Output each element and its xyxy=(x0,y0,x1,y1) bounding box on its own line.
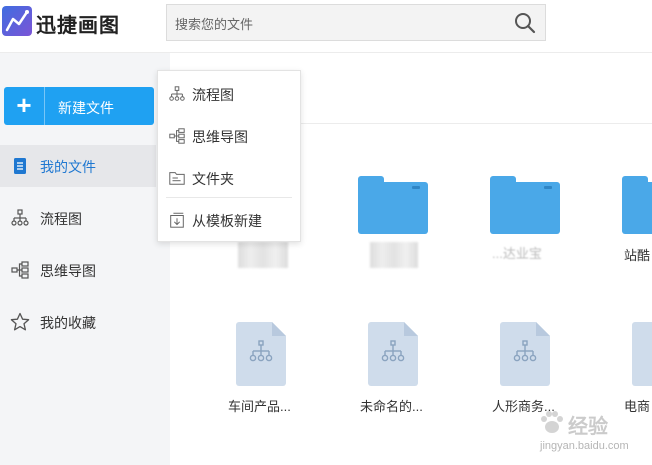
search-box[interactable] xyxy=(166,4,546,41)
template-icon xyxy=(170,212,184,228)
flowchart-icon xyxy=(169,86,185,101)
mindmap-icon xyxy=(169,128,185,144)
menu-item-label: 思维导图 xyxy=(192,129,248,145)
search-icon[interactable] xyxy=(513,11,537,35)
file-name[interactable]: 车间产品... xyxy=(228,396,291,415)
paw-icon xyxy=(541,411,563,433)
folder-icon[interactable] xyxy=(490,176,560,234)
sidebar-item-flowchart[interactable]: 流程图 xyxy=(0,197,156,239)
menu-item-label: 流程图 xyxy=(192,87,234,103)
folder-icon[interactable] xyxy=(622,176,652,234)
sidebar-item-favorites[interactable]: 我的收藏 xyxy=(0,301,156,343)
sidebar-item-label: 我的收藏 xyxy=(40,315,96,331)
new-file-dropdown-menu: 流程图 思维导图 文件夹 从模板新建 xyxy=(157,70,301,242)
search-input[interactable] xyxy=(173,13,497,35)
folder-name[interactable]: ...达业宝 xyxy=(492,243,542,262)
mindmap-icon xyxy=(11,261,29,279)
new-file-button[interactable]: + 新建文件 xyxy=(4,87,154,125)
blurred-folder-name xyxy=(238,242,288,268)
document-icon xyxy=(14,158,26,174)
menu-divider xyxy=(166,197,292,198)
app-name: 迅捷画图 xyxy=(36,15,120,37)
star-icon xyxy=(10,312,30,331)
menu-item-folder[interactable]: 文件夹 xyxy=(158,157,300,197)
flowchart-file-icon[interactable] xyxy=(368,322,418,386)
flowchart-file-icon[interactable] xyxy=(632,322,652,386)
menu-item-flowchart[interactable]: 流程图 xyxy=(158,73,300,113)
blurred-folder-name xyxy=(370,242,418,268)
folder-name[interactable]: 站酷 xyxy=(624,245,650,264)
folder-icon[interactable] xyxy=(358,176,428,234)
folder-icon xyxy=(169,172,185,185)
flowchart-icon xyxy=(11,209,29,226)
new-file-label: 新建文件 xyxy=(58,100,114,116)
sidebar-item-label: 我的文件 xyxy=(40,159,96,175)
sidebar-item-my-files[interactable]: 我的文件 xyxy=(0,145,156,187)
sidebar-item-mindmap[interactable]: 思维导图 xyxy=(0,249,156,291)
sidebar-item-label: 思维导图 xyxy=(40,263,96,279)
sidebar-item-label: 流程图 xyxy=(40,211,82,227)
menu-item-label: 从模板新建 xyxy=(192,213,262,229)
flowchart-file-icon[interactable] xyxy=(500,322,550,386)
plus-icon: + xyxy=(4,87,45,125)
baidu-jingyan-watermark: 经验 jingyan.baidu.com xyxy=(538,402,650,462)
menu-item-mindmap[interactable]: 思维导图 xyxy=(158,115,300,155)
top-header: 迅捷画图 xyxy=(0,0,652,53)
file-name[interactable]: 未命名的... xyxy=(360,396,423,415)
flowchart-file-icon[interactable] xyxy=(236,322,286,386)
menu-item-from-template[interactable]: 从模板新建 xyxy=(158,199,300,239)
menu-item-label: 文件夹 xyxy=(192,171,234,187)
watermark-url: jingyan.baidu.com xyxy=(540,440,629,452)
watermark-text: 经验 xyxy=(568,416,608,438)
app-logo-icon[interactable] xyxy=(2,6,32,36)
